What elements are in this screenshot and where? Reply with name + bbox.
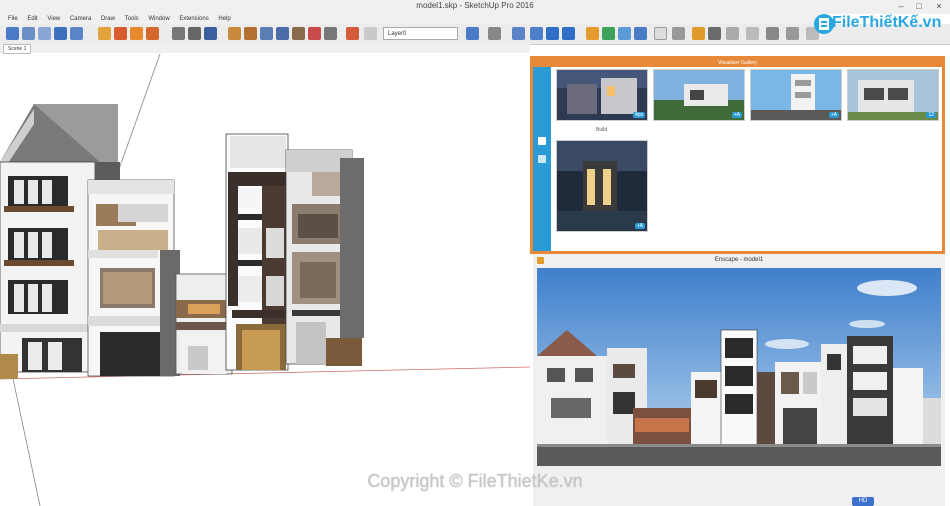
menu-camera[interactable]: Camera bbox=[70, 14, 91, 24]
zoom-icon[interactable] bbox=[324, 27, 337, 40]
minimize-button[interactable]: – bbox=[892, 0, 910, 12]
thumbnail-badge: 4ps bbox=[632, 112, 645, 118]
warehouse-icon[interactable] bbox=[488, 27, 501, 40]
sync-icon[interactable] bbox=[602, 27, 615, 40]
gallery-thumbnail[interactable]: +A bbox=[750, 69, 842, 121]
arc-icon[interactable] bbox=[114, 27, 127, 40]
render-viewport[interactable] bbox=[537, 268, 941, 466]
maximize-button[interactable]: □ bbox=[910, 0, 928, 12]
window-title: model1.skp - SketchUp Pro 2016 bbox=[416, 1, 534, 10]
gallery-title: Visualizer Gallery bbox=[718, 60, 757, 66]
thumbnail-badge: +A bbox=[828, 112, 839, 118]
speaker-icon[interactable] bbox=[746, 27, 759, 40]
scene-tab[interactable]: Scene 1 bbox=[3, 44, 32, 54]
position-camera-icon[interactable] bbox=[562, 27, 575, 40]
asset-library-icon[interactable] bbox=[618, 27, 631, 40]
screenshot-icon[interactable] bbox=[634, 27, 647, 40]
batch-render-icon[interactable] bbox=[726, 27, 739, 40]
layer-select[interactable]: Layer0 bbox=[383, 27, 458, 40]
scene-tab-bar bbox=[0, 44, 530, 53]
toolbar: Layer0 bbox=[0, 24, 950, 45]
menu-extensions[interactable]: Extensions bbox=[179, 14, 208, 24]
gallery-sidebar bbox=[533, 67, 551, 251]
look-around-icon[interactable] bbox=[546, 27, 559, 40]
gallery-thumbnail[interactable]: +A bbox=[653, 69, 745, 121]
tape-icon[interactable] bbox=[228, 27, 241, 40]
select-icon[interactable] bbox=[6, 27, 19, 40]
thumbnail-tooltip: Build bbox=[594, 127, 610, 133]
thumbnail-badge: 12 bbox=[926, 112, 936, 118]
gallery-thumbnail[interactable]: 12 bbox=[847, 69, 939, 121]
render-icon[interactable] bbox=[586, 27, 599, 40]
hd-badge[interactable]: HD bbox=[852, 497, 874, 506]
offset-icon[interactable] bbox=[204, 27, 217, 40]
menu-window[interactable]: Window bbox=[148, 14, 169, 24]
section-icon[interactable] bbox=[364, 27, 377, 40]
text-icon[interactable] bbox=[260, 27, 273, 40]
menu-tools[interactable]: Tools bbox=[125, 14, 139, 24]
rectangle-icon[interactable] bbox=[70, 27, 83, 40]
menu-view[interactable]: View bbox=[47, 14, 60, 24]
eraser-icon[interactable] bbox=[22, 27, 35, 40]
copyright-watermark: Copyright © FileThietKe.vn bbox=[367, 471, 583, 491]
push-pull-icon[interactable] bbox=[130, 27, 143, 40]
render-app-icon bbox=[537, 257, 544, 264]
menu-edit[interactable]: Edit bbox=[27, 14, 37, 24]
orbit-icon[interactable] bbox=[292, 27, 305, 40]
close-button[interactable]: × bbox=[930, 0, 948, 12]
dimension-icon[interactable] bbox=[244, 27, 257, 40]
pan-icon[interactable] bbox=[308, 27, 321, 40]
menu-help[interactable]: Help bbox=[218, 14, 230, 24]
paint-icon[interactable] bbox=[38, 27, 51, 40]
scale-icon[interactable] bbox=[188, 27, 201, 40]
building-model-d bbox=[285, 149, 364, 366]
video-icon[interactable] bbox=[672, 27, 685, 40]
menu-bar: File Edit View Camera Draw Tools Window … bbox=[0, 14, 820, 24]
axes-icon[interactable] bbox=[276, 27, 289, 40]
sketchup-viewport[interactable] bbox=[0, 54, 530, 506]
line-icon[interactable] bbox=[54, 27, 67, 40]
building-model-shop bbox=[175, 273, 233, 375]
sidebar-upload-icon[interactable] bbox=[538, 155, 546, 163]
sidebar-photo-icon[interactable] bbox=[538, 137, 546, 145]
export-icon[interactable] bbox=[692, 27, 705, 40]
sandbox-icon[interactable] bbox=[466, 27, 479, 40]
thumbnail-badge: +A bbox=[634, 223, 645, 229]
circle-icon[interactable] bbox=[98, 27, 111, 40]
thumbnail-badge: +A bbox=[731, 112, 742, 118]
layers-icon[interactable] bbox=[766, 27, 779, 40]
gallery-thumbnail[interactable]: 4ps bbox=[556, 69, 648, 121]
logo-text: FileThiếtKế.vn bbox=[832, 14, 942, 31]
camera-icon[interactable] bbox=[512, 27, 525, 40]
render-window-title: Enscape - model1 bbox=[714, 257, 764, 263]
walk-icon[interactable] bbox=[530, 27, 543, 40]
rotate-icon[interactable] bbox=[172, 27, 185, 40]
building-model-b bbox=[87, 179, 180, 377]
zoom-extents-icon[interactable] bbox=[346, 27, 359, 40]
menu-draw[interactable]: Draw bbox=[101, 14, 115, 24]
panorama-icon[interactable] bbox=[708, 27, 721, 40]
settings-icon[interactable] bbox=[654, 27, 667, 40]
materials-icon[interactable] bbox=[786, 27, 799, 40]
menu-file[interactable]: File bbox=[8, 14, 18, 24]
gallery-thumbnail[interactable]: +A bbox=[556, 140, 648, 232]
building-model-c bbox=[225, 133, 289, 371]
move-icon[interactable] bbox=[146, 27, 159, 40]
